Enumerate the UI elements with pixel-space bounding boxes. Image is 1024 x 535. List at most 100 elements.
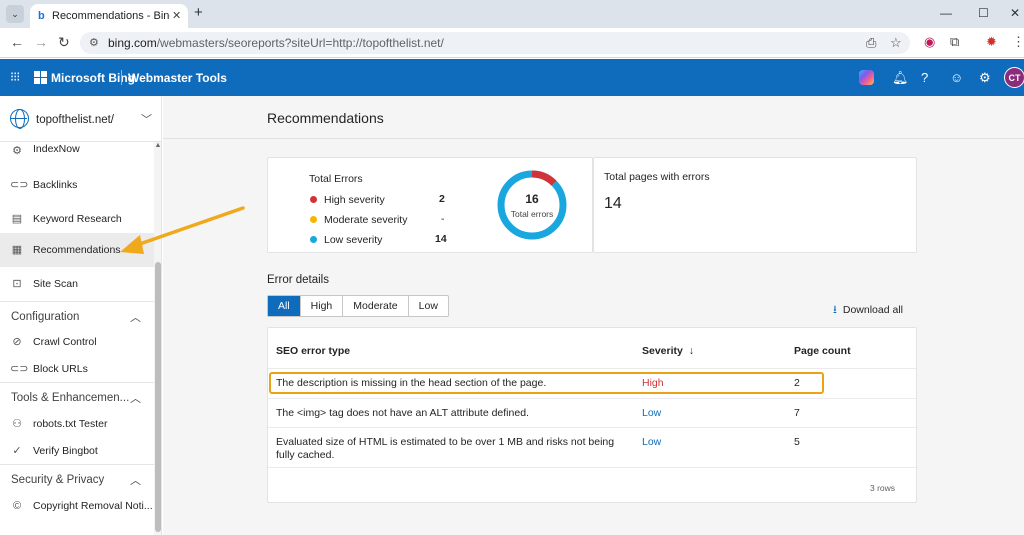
- severity-header-label: Severity: [642, 345, 683, 357]
- sidebar-item-keyword-research[interactable]: ▤ Keyword Research: [0, 202, 154, 236]
- microsoft-logo-icon: [34, 71, 47, 84]
- donut-total: 16: [525, 192, 539, 206]
- url-input[interactable]: ⚙ bing.com/webmasters/seoreports?siteUrl…: [80, 32, 910, 54]
- sidebar-item-copyright-removal[interactable]: © Copyright Removal Noti...: [0, 489, 154, 523]
- severity-label: Moderate severity: [324, 214, 408, 226]
- chevron-up-icon[interactable]: ︿: [130, 390, 141, 406]
- copilot-icon[interactable]: [859, 70, 874, 85]
- pages-with-errors-card: Total pages with errors 14: [593, 157, 917, 253]
- site-settings-icon[interactable]: ⚙: [89, 36, 99, 49]
- bookmark-star-icon[interactable]: ☆: [890, 35, 902, 51]
- minimize-icon[interactable]: —: [940, 6, 952, 20]
- title-divider: [163, 138, 1024, 139]
- sidebar-scrollbar[interactable]: ▲: [154, 142, 161, 535]
- feedback-smiley-icon[interactable]: ☺: [950, 70, 963, 85]
- sidebar-item-label: Block URLs: [33, 363, 88, 375]
- brand-divider: [121, 70, 122, 85]
- sidebar: topofthelist.net/ ﹀ ⚙ IndexNow ⊂⊃ Backli…: [0, 96, 162, 535]
- moderate-severity-dot: [310, 216, 317, 223]
- forward-arrow-icon[interactable]: →: [34, 34, 48, 50]
- globe-icon: [10, 109, 29, 129]
- severity-label: High severity: [324, 194, 385, 206]
- scrollbar-thumb[interactable]: [155, 262, 161, 532]
- avatar[interactable]: CT: [1004, 67, 1024, 88]
- help-icon[interactable]: ?: [921, 70, 928, 85]
- brand-name: Microsoft Bing: [51, 71, 135, 85]
- sidebar-item-backlinks[interactable]: ⊂⊃ Backlinks: [0, 168, 154, 202]
- install-app-icon[interactable]: ⎙: [866, 35, 876, 51]
- new-tab-plus-icon[interactable]: +: [194, 5, 203, 21]
- sidebar-item-label: Verify Bingbot: [33, 445, 98, 457]
- bing-favicon-icon: b: [38, 10, 45, 22]
- table-row[interactable]: The <img> tag does not have an ALT attri…: [268, 398, 916, 427]
- error-type-cell: Evaluated size of HTML is estimated to b…: [276, 436, 615, 461]
- severity-cell: Low: [642, 436, 662, 448]
- sidebar-item-label: IndexNow: [33, 143, 80, 155]
- sidebar-item-recommendations[interactable]: ▦ Recommendations: [0, 233, 154, 267]
- browser-tab[interactable]: b Recommendations - Bing Webmaster Tools…: [30, 4, 188, 28]
- sidebar-item-indexnow[interactable]: ⚙ IndexNow: [0, 134, 154, 168]
- error-details-table: SEO error type Severity ↓ Page count The…: [267, 327, 917, 503]
- close-icon[interactable]: ✕: [172, 9, 181, 22]
- color-extension-icon[interactable]: ◉: [924, 34, 935, 50]
- scan-icon: ⊡: [12, 278, 22, 290]
- high-severity-dot: [310, 196, 317, 203]
- tab-list-button[interactable]: ⌄: [6, 5, 24, 23]
- browser-tab-bar: ⌄ b Recommendations - Bing Webmaster Too…: [0, 0, 1024, 28]
- sidebar-item-verify-bingbot[interactable]: ✓ Verify Bingbot: [0, 434, 154, 468]
- reload-icon[interactable]: ↻: [58, 34, 70, 50]
- section-label: Security & Privacy: [11, 474, 105, 486]
- column-header-error-type[interactable]: SEO error type: [276, 345, 350, 357]
- column-header-page-count[interactable]: Page count: [794, 345, 851, 357]
- pages-with-errors-value: 14: [604, 195, 622, 212]
- settings-gear-icon[interactable]: ⚙: [979, 70, 991, 85]
- gear-extension-icon[interactable]: ✹: [986, 34, 997, 50]
- chevron-up-icon[interactable]: ︿: [130, 309, 141, 325]
- sidebar-item-label: Crawl Control: [33, 336, 97, 348]
- browser-menu-icon[interactable]: ⋮: [1012, 34, 1024, 50]
- table-row[interactable]: Evaluated size of HTML is estimated to b…: [268, 427, 916, 467]
- sidebar-item-block-urls[interactable]: ⊂⊃ Block URLs: [0, 352, 154, 386]
- maximize-icon[interactable]: ☐: [978, 6, 989, 20]
- extensions-puzzle-icon[interactable]: ⧉: [950, 34, 959, 50]
- robot-icon: ⚇: [12, 418, 22, 430]
- chevron-down-icon[interactable]: ﹀: [141, 111, 152, 127]
- notification-bell-icon[interactable]: 🔔︎: [892, 70, 909, 85]
- row-count: 3 rows: [870, 483, 896, 493]
- moderate-severity-value: -: [441, 213, 445, 225]
- table-bottom-divider: [268, 467, 916, 468]
- section-label: Configuration: [11, 311, 80, 323]
- sort-down-arrow-icon: ↓: [688, 345, 695, 357]
- sidebar-item-label: robots.txt Tester: [33, 418, 108, 430]
- sidebar-item-site-scan[interactable]: ⊡ Site Scan: [0, 267, 154, 301]
- download-label: Download all: [842, 304, 903, 316]
- scroll-up-arrow-icon[interactable]: ▲: [154, 142, 161, 149]
- high-severity-row: High severity: [309, 193, 449, 207]
- checklist-icon: ▦: [11, 244, 23, 256]
- app-launcher-icon[interactable]: ⁝⁝⁝: [10, 70, 20, 84]
- page-count-cell: 5: [794, 436, 800, 448]
- severity-cell: Low: [642, 407, 662, 419]
- close-window-icon[interactable]: ✕: [1010, 6, 1020, 20]
- section-label: Tools & Enhancemen...: [11, 392, 130, 404]
- filter-all-button[interactable]: All: [268, 296, 301, 316]
- filter-high-button[interactable]: High: [301, 296, 344, 316]
- link-icon: ⊂⊃: [10, 179, 29, 191]
- sidebar-item-label: Backlinks: [33, 179, 78, 191]
- error-details-title: Error details: [267, 274, 329, 286]
- site-name: topofthelist.net/: [36, 114, 114, 126]
- chevron-up-icon[interactable]: ︿: [130, 472, 141, 488]
- filter-moderate-button[interactable]: Moderate: [343, 296, 409, 316]
- filter-low-button[interactable]: Low: [409, 296, 448, 316]
- total-errors-card: Total Errors High severity 2 Moderate se…: [267, 157, 593, 253]
- low-severity-dot: [310, 236, 317, 243]
- error-type-cell: The <img> tag does not have an ALT attri…: [276, 407, 529, 419]
- crawl-control-icon: ⊘: [12, 336, 22, 348]
- page-title: Recommendations: [267, 110, 384, 126]
- download-all-button[interactable]: ⭳ Download all: [833, 301, 903, 320]
- product-name[interactable]: Webmaster Tools: [128, 71, 227, 85]
- back-arrow-icon[interactable]: ←: [10, 34, 24, 50]
- tab-title: Recommendations - Bing Webmaster Tools: [52, 10, 170, 22]
- highlight-box: [269, 372, 824, 394]
- column-header-severity[interactable]: Severity ↓: [642, 345, 694, 357]
